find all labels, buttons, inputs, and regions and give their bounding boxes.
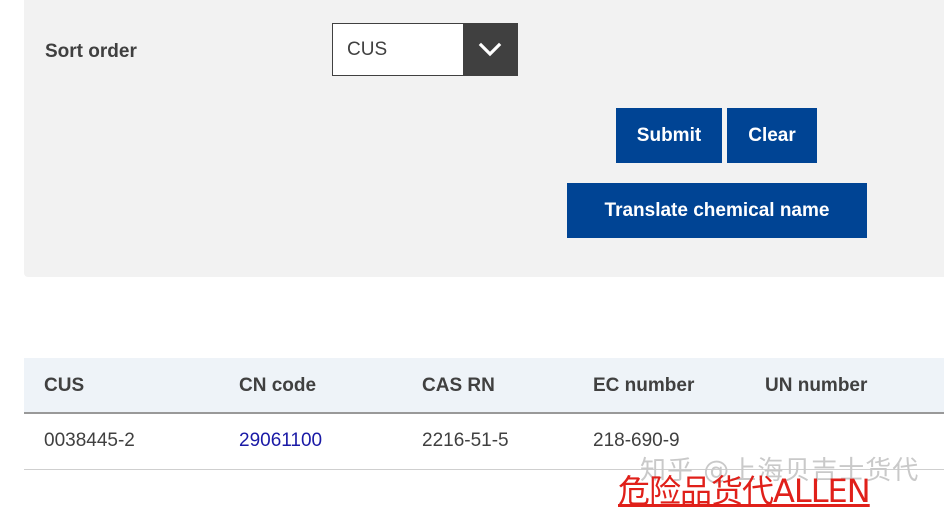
watermark-allen: 危险品货代ALLEN bbox=[618, 472, 871, 510]
table-header-row: CUS CN code CAS RN EC number UN number bbox=[24, 358, 944, 414]
column-header-cn-code: CN code bbox=[239, 375, 317, 396]
column-header-un-number: UN number bbox=[765, 375, 868, 396]
cell-cas-rn: 2216-51-5 bbox=[422, 430, 509, 451]
cell-ec-number: 218-690-9 bbox=[593, 430, 680, 451]
sort-order-label: Sort order bbox=[45, 41, 137, 62]
clear-button[interactable]: Clear bbox=[727, 108, 817, 163]
column-header-cas-rn: CAS RN bbox=[422, 375, 495, 396]
submit-button[interactable]: Submit bbox=[616, 108, 722, 163]
column-header-cus: CUS bbox=[44, 375, 85, 396]
cell-cn-code-link[interactable]: 29061100 bbox=[239, 430, 322, 452]
chevron-down-icon[interactable] bbox=[463, 24, 517, 75]
column-header-ec-number: EC number bbox=[593, 375, 695, 396]
sort-order-select[interactable]: CUS bbox=[332, 23, 518, 76]
translate-chemical-name-button[interactable]: Translate chemical name bbox=[567, 183, 867, 238]
cell-cus: 0038445-2 bbox=[44, 430, 135, 451]
sort-order-value: CUS bbox=[347, 39, 388, 60]
